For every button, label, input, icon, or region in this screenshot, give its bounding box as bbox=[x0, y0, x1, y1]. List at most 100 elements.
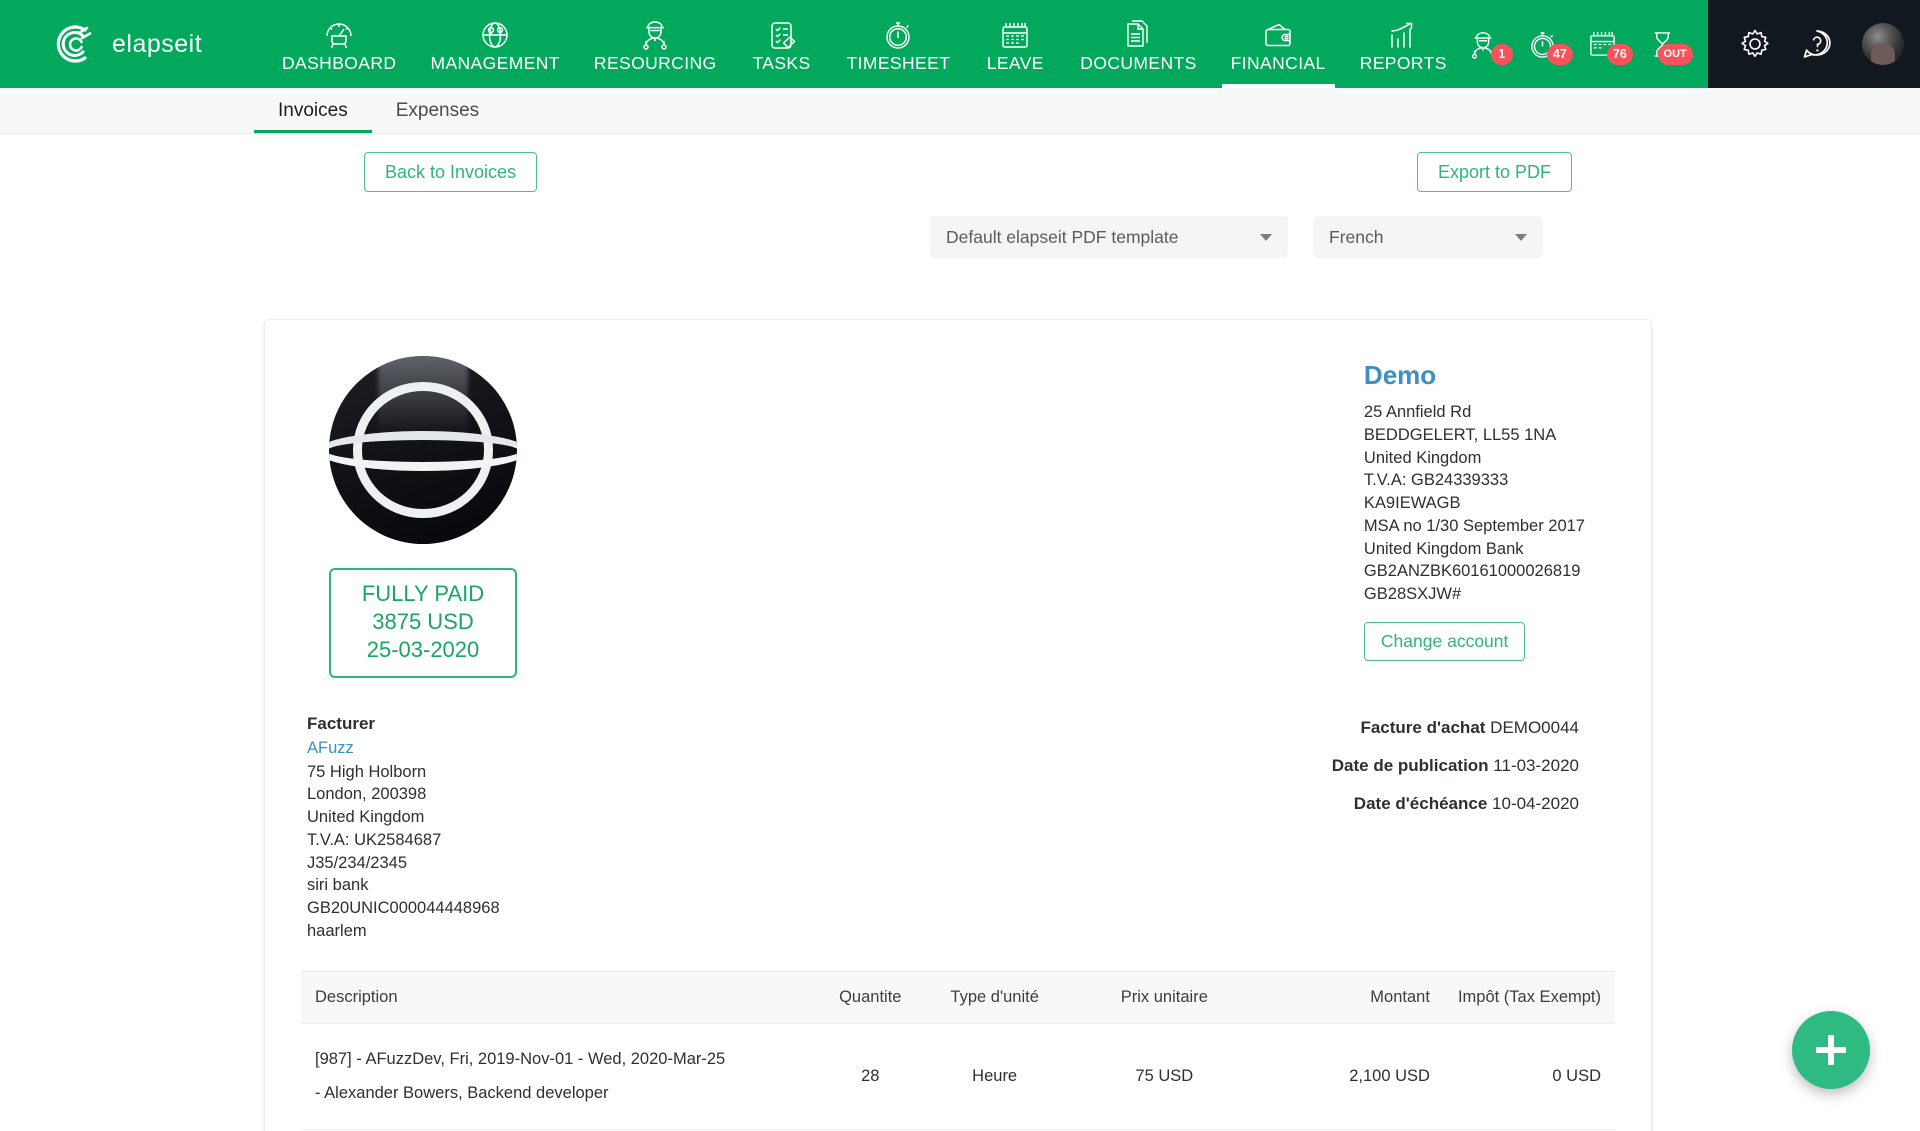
globe-icon bbox=[479, 14, 511, 51]
invoice-meta-value: DEMO0044 bbox=[1490, 718, 1579, 738]
gauge-icon bbox=[322, 14, 356, 51]
biller-line: J35/234/2345 bbox=[307, 853, 408, 872]
nav-label: REPORTS bbox=[1359, 53, 1447, 73]
tab-label: Expenses bbox=[395, 99, 480, 121]
gear-icon[interactable] bbox=[1738, 27, 1772, 61]
brand-logo-area[interactable]: elapseit bbox=[0, 0, 265, 88]
tab-label: Invoices bbox=[278, 99, 348, 121]
pdf-template-value: Default elapseit PDF template bbox=[946, 226, 1179, 247]
invoice-meta: Facture d'achat DEMO0044 Date de publica… bbox=[1332, 714, 1609, 942]
account-info: Demo 25 Annfield Rd BEDDGELERT, LL55 1NA… bbox=[1363, 356, 1615, 678]
biller-line: 75 High Holborn bbox=[307, 762, 427, 781]
nav-label: LEAVE bbox=[986, 53, 1044, 73]
invoice-items-table: Description Quantite Type d'unité Prix u… bbox=[301, 970, 1615, 1131]
invoice-items-head: Description Quantite Type d'unité Prix u… bbox=[301, 970, 1615, 1024]
invoice-meta-value: 10-04-2020 bbox=[1492, 794, 1579, 814]
export-to-pdf-button[interactable]: Export to PDF bbox=[1417, 152, 1573, 192]
invoice-parties: Facturer AFuzz 75 High Holborn London, 2… bbox=[301, 714, 1615, 942]
nav-item-documents[interactable]: DOCUMENTS bbox=[1063, 0, 1213, 88]
brand-name: elapseit bbox=[112, 29, 203, 58]
nav-label: TIMESHEET bbox=[846, 53, 951, 73]
worker-alert-icon[interactable]: 1 bbox=[1464, 25, 1513, 65]
add-floating-action-button[interactable] bbox=[1792, 1011, 1870, 1089]
language-select[interactable]: French bbox=[1313, 216, 1543, 258]
nav-item-reports[interactable]: REPORTS bbox=[1343, 0, 1464, 88]
invoice-items-body: [987] - AFuzzDev, Fri, 2019-Nov-01 - Wed… bbox=[301, 1023, 1615, 1131]
tab-invoices[interactable]: Invoices bbox=[254, 88, 372, 133]
stopwatch-alert-icon[interactable]: 47 bbox=[1524, 25, 1573, 65]
nav-item-dashboard[interactable]: DASHBOARD bbox=[265, 0, 413, 88]
biller-line: GB20UNIC000044448968 bbox=[307, 899, 500, 918]
checklist-icon bbox=[767, 14, 797, 51]
alert-badge-count: 47 bbox=[1546, 44, 1573, 65]
alert-badge-count: OUT bbox=[1657, 44, 1693, 65]
account-line: GB28SXJW# bbox=[1363, 585, 1462, 604]
avatar[interactable] bbox=[1861, 23, 1904, 65]
nav-label: RESOURCING bbox=[593, 53, 717, 73]
tab-expenses[interactable]: Expenses bbox=[372, 88, 503, 133]
account-line: T.V.A: GB24339333 bbox=[1363, 471, 1509, 490]
biller-line: haarlem bbox=[307, 921, 367, 940]
status-badge-amount: 3875 USD bbox=[372, 609, 474, 635]
nav-item-management[interactable]: MANAGEMENT bbox=[413, 0, 576, 88]
nav-item-financial[interactable]: FINANCIAL bbox=[1214, 0, 1343, 88]
calendar-icon bbox=[999, 14, 1031, 51]
biller-line: siri bank bbox=[307, 876, 369, 895]
account-name: Demo bbox=[1363, 360, 1437, 390]
documents-icon bbox=[1124, 14, 1153, 51]
invoice-card-header: FULLY PAID 3875 USD 25-03-2020 Demo 25 A… bbox=[301, 320, 1615, 679]
biller-line: T.V.A: UK2584687 bbox=[307, 830, 442, 849]
col-header-unit-type: Type d'unité bbox=[922, 970, 1067, 1024]
chevron-down-icon bbox=[1260, 233, 1272, 241]
alert-badge-count: 76 bbox=[1606, 44, 1633, 65]
nav-item-tasks[interactable]: TASKS bbox=[734, 0, 830, 88]
hourglass-alert-icon[interactable]: OUT bbox=[1644, 25, 1693, 65]
invoice-meta-label: Date de publication bbox=[1331, 756, 1489, 776]
calendar-alert-icon[interactable]: 76 bbox=[1584, 25, 1633, 65]
cell-description: [987] - AFuzzDev, Fri, 2019-Nov-01 - Wed… bbox=[301, 1023, 818, 1130]
description-line-2: - Alexander Bowers, Backend developer bbox=[315, 1084, 609, 1103]
pdf-template-select[interactable]: Default elapseit PDF template bbox=[930, 216, 1288, 258]
description-line-1: [987] - AFuzzDev, Fri, 2019-Nov-01 - Wed… bbox=[315, 1049, 726, 1068]
right-dock bbox=[1707, 0, 1920, 88]
change-account-button[interactable]: Change account bbox=[1363, 621, 1526, 662]
cell-unit-type: Heure bbox=[922, 1023, 1067, 1130]
back-to-invoices-button[interactable]: Back to Invoices bbox=[364, 152, 538, 192]
biller-title: Facturer bbox=[307, 714, 376, 734]
biller-line: London, 200398 bbox=[307, 785, 427, 804]
bar-chart-icon bbox=[1387, 14, 1419, 51]
col-header-quantity: Quantite bbox=[817, 970, 923, 1024]
nav-item-resourcing[interactable]: RESOURCING bbox=[577, 0, 734, 88]
language-value: French bbox=[1329, 226, 1384, 247]
cell-quantity: 28 bbox=[817, 1023, 923, 1130]
sub-tab-bar: Invoices Expenses bbox=[0, 88, 1920, 134]
top-navigation-bar: elapseit DASHBOARD MANAGEMENT RESOURCING… bbox=[0, 0, 1920, 88]
nav-label: TASKS bbox=[752, 53, 811, 73]
wallet-icon bbox=[1262, 14, 1294, 51]
nav-item-leave[interactable]: LEAVE bbox=[967, 0, 1063, 88]
biller-info: Facturer AFuzz 75 High Holborn London, 2… bbox=[307, 714, 607, 942]
alert-icons-group: 1 47 76 OUT bbox=[1464, 0, 1708, 88]
invoice-meta-row: Facture d'achat DEMO0044 bbox=[1332, 718, 1579, 738]
col-header-unit-price: Prix unitaire bbox=[1066, 970, 1262, 1024]
col-header-tax: Impôt (Tax Exempt) bbox=[1443, 970, 1615, 1024]
invoice-meta-row: Date de publication 11-03-2020 bbox=[1332, 756, 1579, 776]
col-header-description: Description bbox=[301, 970, 818, 1024]
col-header-amount: Montant bbox=[1262, 970, 1444, 1024]
help-question-icon[interactable] bbox=[1800, 27, 1834, 61]
elapseit-swirl-logo-icon bbox=[52, 21, 98, 67]
alert-badge-count: 1 bbox=[1490, 44, 1513, 65]
select-row: Default elapseit PDF template French bbox=[0, 204, 1920, 284]
nav-label: DASHBOARD bbox=[282, 53, 397, 73]
account-line: United Kingdom bbox=[1363, 448, 1482, 467]
biller-company-link[interactable]: AFuzz bbox=[307, 737, 607, 760]
nav-label: FINANCIAL bbox=[1230, 53, 1326, 73]
nav-item-timesheet[interactable]: TIMESHEET bbox=[830, 0, 968, 88]
cell-tax: 0 USD bbox=[1443, 1023, 1615, 1130]
invoice-meta-row: Date d'échéance 10-04-2020 bbox=[1332, 794, 1579, 814]
account-line: KA9IEWAGB bbox=[1363, 494, 1461, 513]
plus-icon-vertical bbox=[1828, 1035, 1834, 1065]
worker-icon bbox=[639, 14, 671, 51]
account-line: GB2ANZBK60161000026819 bbox=[1363, 562, 1581, 581]
company-round-logo-icon bbox=[329, 356, 517, 544]
